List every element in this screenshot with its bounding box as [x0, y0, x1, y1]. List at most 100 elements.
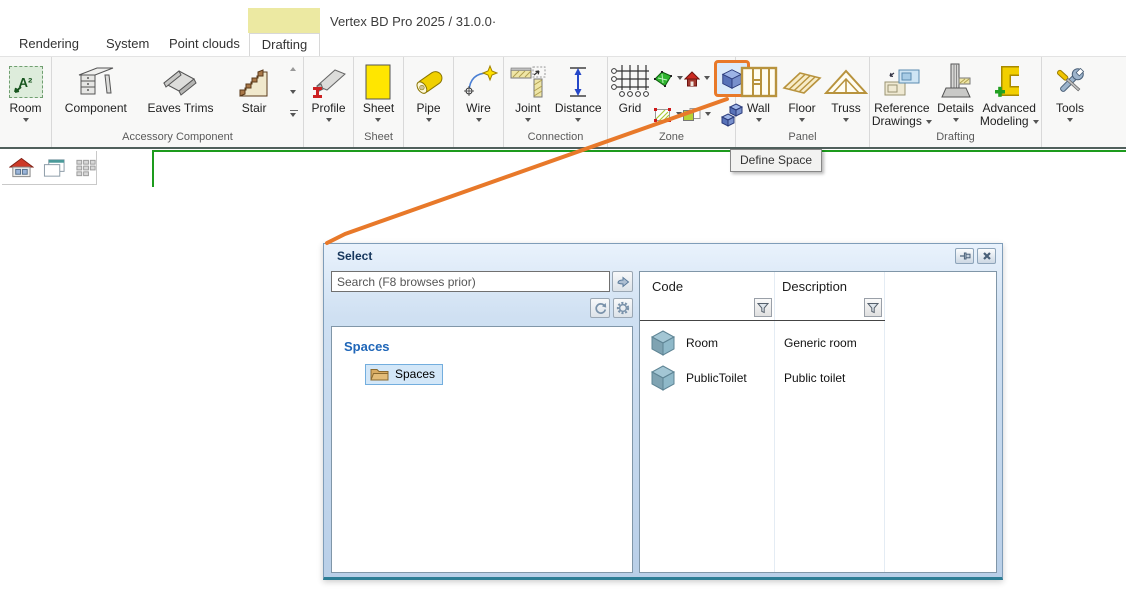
truss-button[interactable]: Truss: [824, 59, 868, 131]
distance-button[interactable]: Distance: [551, 59, 606, 131]
close-icon: [982, 251, 992, 261]
funnel-icon: [757, 302, 769, 314]
advanced-modeling-icon: [993, 64, 1025, 100]
cascade-windows-icon[interactable]: [43, 158, 66, 178]
column-header-description[interactable]: Description: [782, 279, 847, 294]
eaves-trims-icon: [161, 68, 199, 96]
wire-icon: [460, 64, 498, 100]
advanced-modeling-button[interactable]: Advanced Modeling: [978, 59, 1040, 131]
ribbon-group-tools: Tools: [1042, 57, 1098, 147]
room-button[interactable]: A² Room: [9, 59, 43, 131]
expand-gallery-button[interactable]: [290, 110, 298, 117]
folder-icon: [370, 367, 389, 381]
go-arrow-icon: [616, 276, 630, 288]
ribbon: A² Room: [0, 56, 1126, 149]
drawing-frame-left: [152, 150, 154, 187]
pin-icon: [959, 250, 971, 262]
view-quickbar: [2, 151, 97, 185]
reference-drawings-button[interactable]: Reference Drawings: [871, 59, 933, 131]
tab-point-clouds[interactable]: Point clouds: [158, 33, 251, 56]
ribbon-group-room: A² Room: [0, 57, 52, 147]
ribbon-group-pipe: Pipe: [404, 57, 454, 147]
building-button[interactable]: [684, 71, 710, 87]
pipe-button[interactable]: Pipe: [410, 59, 448, 131]
drawing-frame-top: [152, 150, 1126, 152]
zone-color-button[interactable]: [682, 107, 711, 122]
floor-button[interactable]: Floor: [780, 59, 824, 131]
ribbon-group-connection: Joint Distance Connection: [504, 57, 608, 147]
search-go-button[interactable]: [612, 271, 633, 292]
component-button[interactable]: Component: [53, 59, 139, 131]
sheet-button[interactable]: Sheet: [363, 59, 394, 131]
active-tab-highlight: [248, 8, 320, 33]
ribbon-group-profile: Profile: [304, 57, 354, 147]
define-space-tooltip: Define Space: [730, 149, 822, 172]
dialog-titlebar[interactable]: Select: [324, 244, 1002, 268]
eaves-trims-button[interactable]: Eaves Trims: [139, 59, 223, 131]
profile-icon: [309, 64, 349, 100]
profile-button[interactable]: Profile: [309, 59, 349, 131]
distance-icon: [566, 65, 590, 99]
refresh-button[interactable]: [590, 298, 610, 318]
wall-button[interactable]: Wall: [737, 59, 780, 131]
tile-windows-icon[interactable]: [75, 158, 96, 178]
tab-drafting[interactable]: Drafting: [249, 33, 320, 56]
space-types-table: Code Description Room Gene: [639, 271, 997, 573]
sheet-icon: [365, 64, 391, 100]
tree-item-spaces[interactable]: Spaces: [365, 364, 443, 385]
scroll-down-button[interactable]: [290, 90, 296, 94]
group-label-zone: Zone: [609, 131, 734, 147]
tab-system[interactable]: System: [95, 33, 160, 56]
group-label-drafting: Drafting: [871, 131, 1040, 147]
details-button[interactable]: Details: [933, 59, 979, 131]
wall-icon: [739, 65, 779, 99]
room-dropdown-caret: [23, 118, 29, 122]
zone-hatch-button[interactable]: [653, 107, 682, 123]
refresh-icon: [594, 302, 607, 315]
wire-button[interactable]: Wire: [460, 59, 498, 131]
ribbon-group-panel: Wall Floor: [736, 57, 870, 147]
zone-area-button[interactable]: [653, 70, 683, 88]
select-dialog: Select: [323, 243, 1003, 580]
details-icon: [938, 63, 974, 101]
tree-header: Spaces: [344, 339, 632, 354]
code-filter-button[interactable]: [754, 298, 772, 317]
pipe-icon: [410, 64, 448, 100]
room-icon: A²: [9, 66, 43, 98]
dialog-title: Select: [337, 249, 952, 263]
close-button[interactable]: [977, 248, 996, 264]
search-input[interactable]: [331, 271, 610, 292]
ribbon-group-sheet: Sheet Sheet: [354, 57, 404, 147]
ribbon-group-zone: Grid: [608, 57, 736, 147]
table-row-publictoilet[interactable]: PublicToilet Public toilet: [640, 361, 996, 396]
model-view-icon[interactable]: [9, 157, 34, 179]
description-filter-button[interactable]: [864, 298, 882, 317]
column-header-code[interactable]: Code: [652, 279, 683, 294]
grid-button[interactable]: Grid: [609, 59, 651, 131]
spaces-tree-panel: Spaces Spaces: [331, 326, 633, 573]
settings-button[interactable]: [613, 298, 633, 318]
reference-drawings-icon: [882, 66, 922, 98]
joint-icon: [509, 65, 547, 99]
tools-icon: [1051, 64, 1089, 100]
tools-button[interactable]: Tools: [1051, 59, 1089, 131]
floor-icon: [780, 67, 824, 97]
truss-icon: [824, 67, 868, 97]
component-icon: [76, 65, 116, 99]
app-window: { "titlebar": { "app_title": "Vertex BD …: [0, 0, 1126, 603]
gear-icon: [616, 301, 630, 315]
joint-button[interactable]: Joint: [505, 59, 551, 131]
pin-button[interactable]: [955, 248, 974, 264]
scroll-up-button[interactable]: [290, 67, 296, 71]
tab-rendering[interactable]: Rendering: [8, 33, 90, 56]
zone-area-icon: [653, 70, 673, 88]
ribbon-group-drafting: Reference Drawings Details: [870, 57, 1042, 147]
group-label-connection: Connection: [505, 131, 606, 147]
table-row-room[interactable]: Room Generic room: [640, 326, 996, 361]
ribbon-group-wire: Wire: [454, 57, 504, 147]
app-title: Vertex BD Pro 2025 / 31.0.0·: [330, 14, 496, 29]
group-label-sheet: Sheet: [355, 131, 402, 147]
group-label-accessory: Accessory Component: [53, 131, 302, 147]
zone-color-icon: [682, 107, 701, 122]
stair-button[interactable]: Stair: [222, 59, 286, 131]
